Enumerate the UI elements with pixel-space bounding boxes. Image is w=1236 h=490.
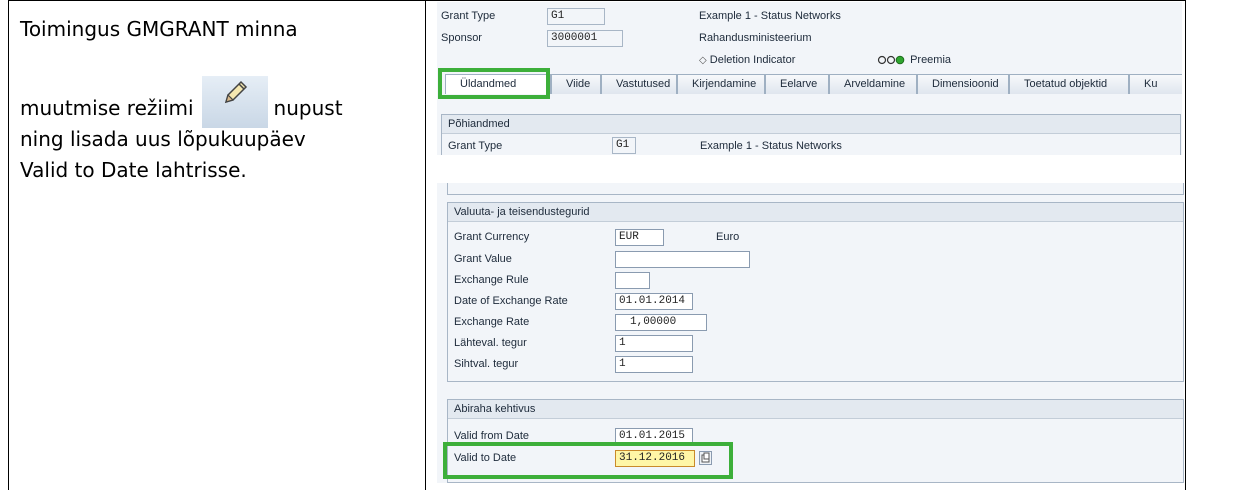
traffic-light-icon bbox=[877, 55, 905, 65]
highlight-tab bbox=[438, 68, 550, 99]
exchange-rate-label: Exchange Rate bbox=[454, 316, 530, 328]
sponsor-label: Sponsor bbox=[441, 32, 482, 44]
group-title: Abiraha kehtivus bbox=[448, 400, 1183, 419]
diamond-icon: ◇ bbox=[699, 55, 707, 66]
target-factor-field[interactable]: 1 bbox=[615, 356, 693, 373]
table-border-left bbox=[8, 0, 9, 490]
tab-ku[interactable]: Ku bbox=[1129, 74, 1182, 94]
pg-grant-type-label: Grant Type bbox=[448, 140, 503, 152]
valid-from-label: Valid from Date bbox=[454, 430, 529, 442]
currency-group: Valuuta- ja teisendustegurid Grant Curre… bbox=[447, 202, 1184, 382]
exchange-rule-field[interactable] bbox=[615, 272, 650, 289]
source-factor-label: Lähteval. tegur bbox=[454, 337, 527, 349]
pg-grant-type-field[interactable]: G1 bbox=[612, 137, 636, 154]
sponsor-desc: Rahandusministeerium bbox=[699, 32, 812, 44]
tab-arveldamine[interactable]: Arveldamine bbox=[829, 74, 917, 94]
pohiandmed-group: Põhiandmed Grant Type G1 Example 1 - Sta… bbox=[441, 114, 1181, 155]
instruction-line-2: muutmise režiimi nupust bbox=[20, 72, 410, 128]
sponsor-field[interactable]: 3000001 bbox=[547, 30, 623, 47]
exchange-rule-label: Exchange Rule bbox=[454, 274, 529, 286]
highlight-valid-to bbox=[443, 442, 733, 479]
target-factor-label: Sihtval. tegur bbox=[454, 358, 519, 370]
grant-currency-label: Grant Currency bbox=[454, 231, 530, 243]
table-border-middle bbox=[425, 0, 426, 490]
grant-currency-field[interactable]: EUR bbox=[615, 229, 664, 246]
pg-grant-type-desc: Example 1 - Status Networks bbox=[700, 140, 842, 152]
upper-group-edge bbox=[447, 183, 1184, 195]
source-factor-field[interactable]: 1 bbox=[615, 335, 693, 352]
table-border-top bbox=[8, 0, 1186, 1]
group-title: Põhiandmed bbox=[442, 115, 1180, 134]
tab-kirjendamine[interactable]: Kirjendamine bbox=[677, 74, 765, 94]
edit-mode-button[interactable] bbox=[201, 76, 268, 128]
instruction-line-3: ning lisada uus lõpukuupäev bbox=[20, 127, 306, 151]
pencil-icon bbox=[224, 80, 247, 104]
date-exchange-label: Date of Exchange Rate bbox=[454, 295, 568, 307]
group-title: Valuuta- ja teisendustegurid bbox=[448, 203, 1183, 222]
table-border-right bbox=[1185, 0, 1186, 490]
tab-viide[interactable]: Viide bbox=[551, 74, 601, 94]
grant-currency-desc: Euro bbox=[716, 231, 740, 243]
date-exchange-field[interactable]: 01.01.2014 bbox=[615, 293, 693, 310]
exchange-rate-field[interactable]: 1,00000 bbox=[615, 314, 707, 331]
grant-value-field[interactable] bbox=[615, 251, 750, 268]
tab-vastutused[interactable]: Vastutused bbox=[601, 74, 677, 94]
grant-value-label: Grant Value bbox=[454, 253, 512, 265]
instruction-text: Toimingus GMGRANT minna muutmise režiimi… bbox=[20, 14, 410, 186]
grant-type-desc: Example 1 - Status Networks bbox=[699, 10, 841, 22]
grant-type-field[interactable]: G1 bbox=[547, 8, 605, 25]
tab-eelarve[interactable]: Eelarve bbox=[765, 74, 829, 94]
sap-detail-screen: Valuuta- ja teisendustegurid Grant Curre… bbox=[437, 183, 1184, 483]
grant-type-label: Grant Type bbox=[441, 10, 496, 22]
tab-strip: Üldandmed Viide Vastutused Kirjendamine … bbox=[441, 72, 1182, 94]
deletion-indicator: ◇ Deletion Indicator bbox=[699, 54, 796, 66]
instruction-line-1: Toimingus GMGRANT minna bbox=[20, 17, 298, 41]
tab-toetatud-objektid[interactable]: Toetatud objektid bbox=[1009, 74, 1129, 94]
status-indicator: Preemia bbox=[877, 54, 951, 66]
tab-dimensioonid[interactable]: Dimensioonid bbox=[917, 74, 1009, 94]
instruction-line-4: Valid to Date lahtrisse. bbox=[20, 158, 247, 182]
